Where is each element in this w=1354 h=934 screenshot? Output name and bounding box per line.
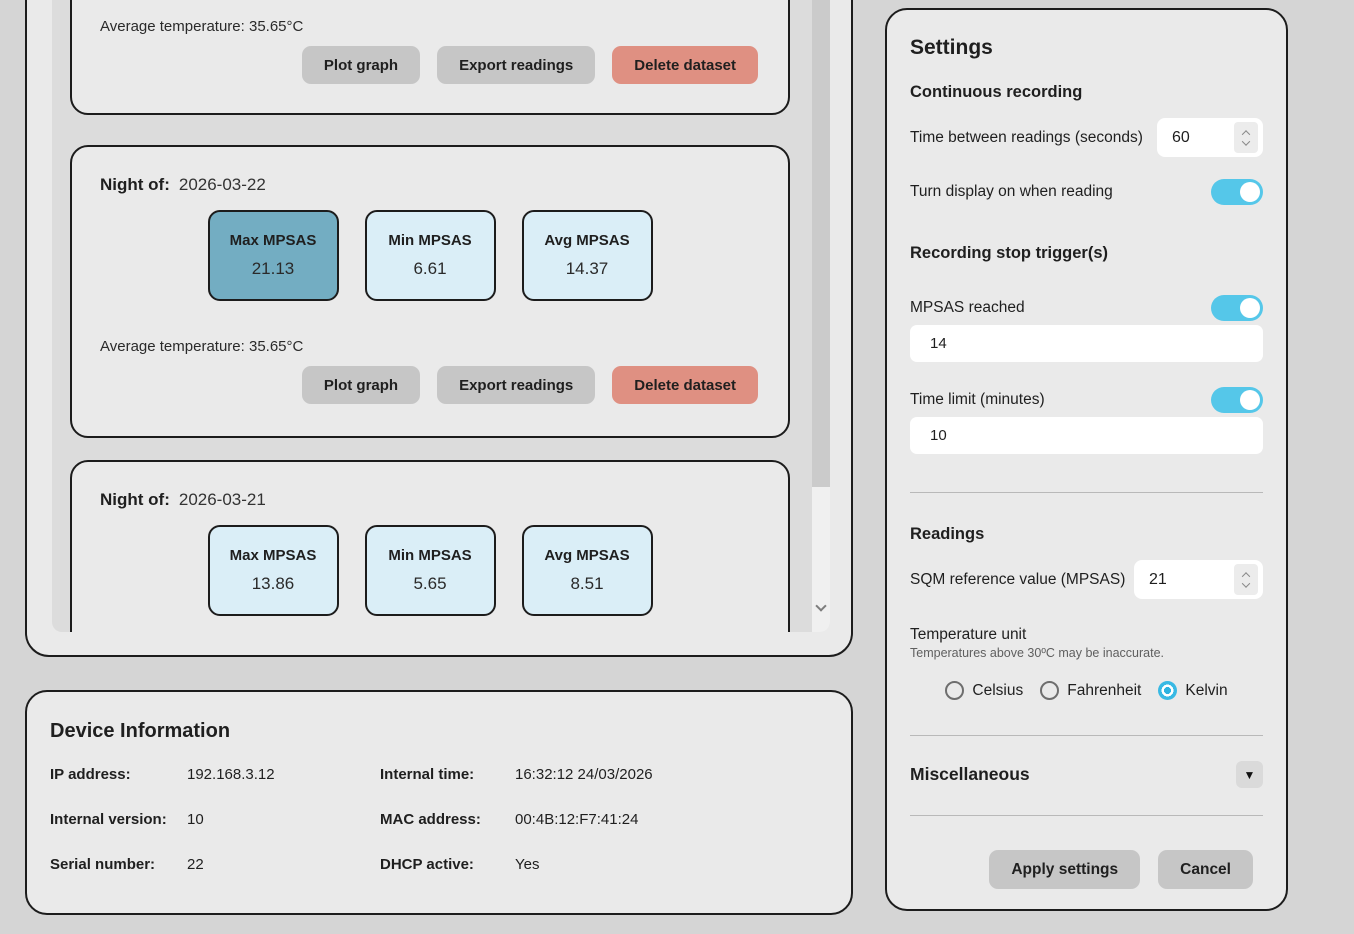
dhcp-active-value: Yes bbox=[515, 856, 851, 873]
avg-mpsas-box[interactable]: Avg MPSAS 14.37 bbox=[522, 210, 653, 301]
night-of-title: Night of: 2026-03-21 bbox=[100, 490, 760, 510]
internal-version-value: 10 bbox=[187, 811, 380, 828]
export-readings-button[interactable]: Export readings bbox=[437, 366, 595, 404]
sqm-reference-value: 21 bbox=[1149, 571, 1167, 589]
serial-number-label: Serial number: bbox=[50, 856, 187, 873]
ip-address-label: IP address: bbox=[50, 766, 187, 783]
stat-value: 21.13 bbox=[252, 259, 295, 279]
time-between-readings-value: 60 bbox=[1172, 129, 1190, 147]
display-on-when-reading-label: Turn display on when reading bbox=[910, 183, 1113, 201]
radio-kelvin[interactable]: Kelvin bbox=[1158, 681, 1227, 700]
delete-dataset-button[interactable]: Delete dataset bbox=[612, 366, 758, 404]
avg-mpsas-box[interactable]: Avg MPSAS 8.51 bbox=[522, 525, 653, 616]
average-temperature-text: Average temperature: 35.65°C bbox=[100, 338, 760, 355]
night-of-label: Night of: bbox=[100, 175, 170, 194]
settings-title: Settings bbox=[910, 36, 1263, 60]
readings-heading: Readings bbox=[910, 525, 1263, 544]
device-information-panel: Device Information IP address: 192.168.3… bbox=[25, 690, 853, 915]
time-limit-input[interactable] bbox=[910, 417, 1263, 454]
mpsas-reached-label: MPSAS reached bbox=[910, 299, 1025, 317]
dataset-card: Night of: 2026-03-22 Max MPSAS 21.13 Min … bbox=[70, 145, 790, 438]
divider bbox=[910, 815, 1263, 816]
stat-label: Max MPSAS bbox=[230, 547, 317, 564]
scrollbar-down-icon[interactable] bbox=[815, 600, 826, 611]
mac-address-label: MAC address: bbox=[380, 811, 515, 828]
mpsas-reached-input[interactable] bbox=[910, 325, 1263, 362]
internal-time-label: Internal time: bbox=[380, 766, 515, 783]
delete-dataset-button[interactable]: Delete dataset bbox=[612, 46, 758, 84]
night-of-title: Night of: 2026-03-22 bbox=[100, 175, 760, 195]
radio-celsius-label: Celsius bbox=[972, 682, 1023, 700]
time-between-readings-label: Time between readings (seconds) bbox=[910, 129, 1143, 147]
scrollbar-thumb[interactable] bbox=[812, 0, 830, 487]
stat-value: 6.61 bbox=[413, 259, 446, 279]
stat-value: 8.51 bbox=[570, 574, 603, 594]
internal-version-label: Internal version: bbox=[50, 811, 187, 828]
temperature-unit-label: Temperature unit bbox=[910, 626, 1263, 644]
number-spinner-icon[interactable] bbox=[1234, 564, 1258, 595]
ip-address-value: 192.168.3.12 bbox=[187, 766, 380, 783]
continuous-recording-heading: Continuous recording bbox=[910, 83, 1263, 102]
plot-graph-button[interactable]: Plot graph bbox=[302, 366, 420, 404]
settings-panel: Settings Continuous recording Time betwe… bbox=[885, 8, 1288, 911]
divider bbox=[910, 492, 1263, 493]
stat-label: Avg MPSAS bbox=[544, 547, 629, 564]
stat-value: 14.37 bbox=[566, 259, 609, 279]
radio-fahrenheit[interactable]: Fahrenheit bbox=[1040, 681, 1141, 700]
apply-settings-button[interactable]: Apply settings bbox=[989, 850, 1140, 889]
datasets-scroll-area[interactable]: Average temperature: 35.65°C Plot graph … bbox=[52, 0, 830, 632]
time-limit-label: Time limit (minutes) bbox=[910, 391, 1045, 409]
stat-value: 13.86 bbox=[252, 574, 295, 594]
radio-unchecked-icon[interactable] bbox=[945, 681, 964, 700]
night-of-label: Night of: bbox=[100, 490, 170, 509]
internal-time-value: 16:32:12 24/03/2026 bbox=[515, 766, 851, 783]
stat-value: 5.65 bbox=[413, 574, 446, 594]
average-temperature-text: Average temperature: 35.65°C bbox=[100, 18, 760, 35]
triangle-down-icon: ▼ bbox=[1244, 768, 1256, 782]
sqm-reference-label: SQM reference value (MPSAS) bbox=[910, 571, 1125, 589]
radio-celsius[interactable]: Celsius bbox=[945, 681, 1023, 700]
night-of-date: 2026-03-21 bbox=[179, 490, 266, 509]
plot-graph-button[interactable]: Plot graph bbox=[302, 46, 420, 84]
night-of-date: 2026-03-22 bbox=[179, 175, 266, 194]
stat-label: Avg MPSAS bbox=[544, 232, 629, 249]
dataset-card: Average temperature: 35.65°C Plot graph … bbox=[70, 0, 790, 115]
stat-label: Max MPSAS bbox=[230, 232, 317, 249]
temperature-unit-note: Temperatures above 30ºC may be inaccurat… bbox=[910, 646, 1263, 660]
radio-kelvin-label: Kelvin bbox=[1185, 682, 1227, 700]
radio-checked-icon[interactable] bbox=[1158, 681, 1177, 700]
mac-address-value: 00:4B:12:F7:41:24 bbox=[515, 811, 851, 828]
display-on-toggle[interactable] bbox=[1211, 179, 1263, 205]
radio-fahrenheit-label: Fahrenheit bbox=[1067, 682, 1141, 700]
cancel-button[interactable]: Cancel bbox=[1158, 850, 1253, 889]
max-mpsas-box[interactable]: Max MPSAS 13.86 bbox=[208, 525, 339, 616]
stat-label: Min MPSAS bbox=[388, 232, 471, 249]
serial-number-value: 22 bbox=[187, 856, 380, 873]
scrollbar-track[interactable] bbox=[812, 0, 830, 632]
miscellaneous-heading: Miscellaneous bbox=[910, 764, 1030, 785]
number-spinner-icon[interactable] bbox=[1234, 122, 1258, 153]
mpsas-reached-toggle[interactable] bbox=[1211, 295, 1263, 321]
time-limit-toggle[interactable] bbox=[1211, 387, 1263, 413]
dataset-card: Night of: 2026-03-21 Max MPSAS 13.86 Min … bbox=[70, 460, 790, 632]
recording-stop-triggers-heading: Recording stop trigger(s) bbox=[910, 244, 1263, 263]
miscellaneous-expand-button[interactable]: ▼ bbox=[1236, 761, 1263, 788]
dhcp-active-label: DHCP active: bbox=[380, 856, 515, 873]
sqm-reference-input[interactable]: 21 bbox=[1134, 560, 1263, 599]
stat-label: Min MPSAS bbox=[388, 547, 471, 564]
radio-unchecked-icon[interactable] bbox=[1040, 681, 1059, 700]
divider bbox=[910, 735, 1263, 736]
max-mpsas-box[interactable]: Max MPSAS 21.13 bbox=[208, 210, 339, 301]
min-mpsas-box[interactable]: Min MPSAS 5.65 bbox=[365, 525, 496, 616]
export-readings-button[interactable]: Export readings bbox=[437, 46, 595, 84]
time-between-readings-input[interactable]: 60 bbox=[1157, 118, 1263, 157]
device-information-title: Device Information bbox=[50, 720, 851, 743]
min-mpsas-box[interactable]: Min MPSAS 6.61 bbox=[365, 210, 496, 301]
